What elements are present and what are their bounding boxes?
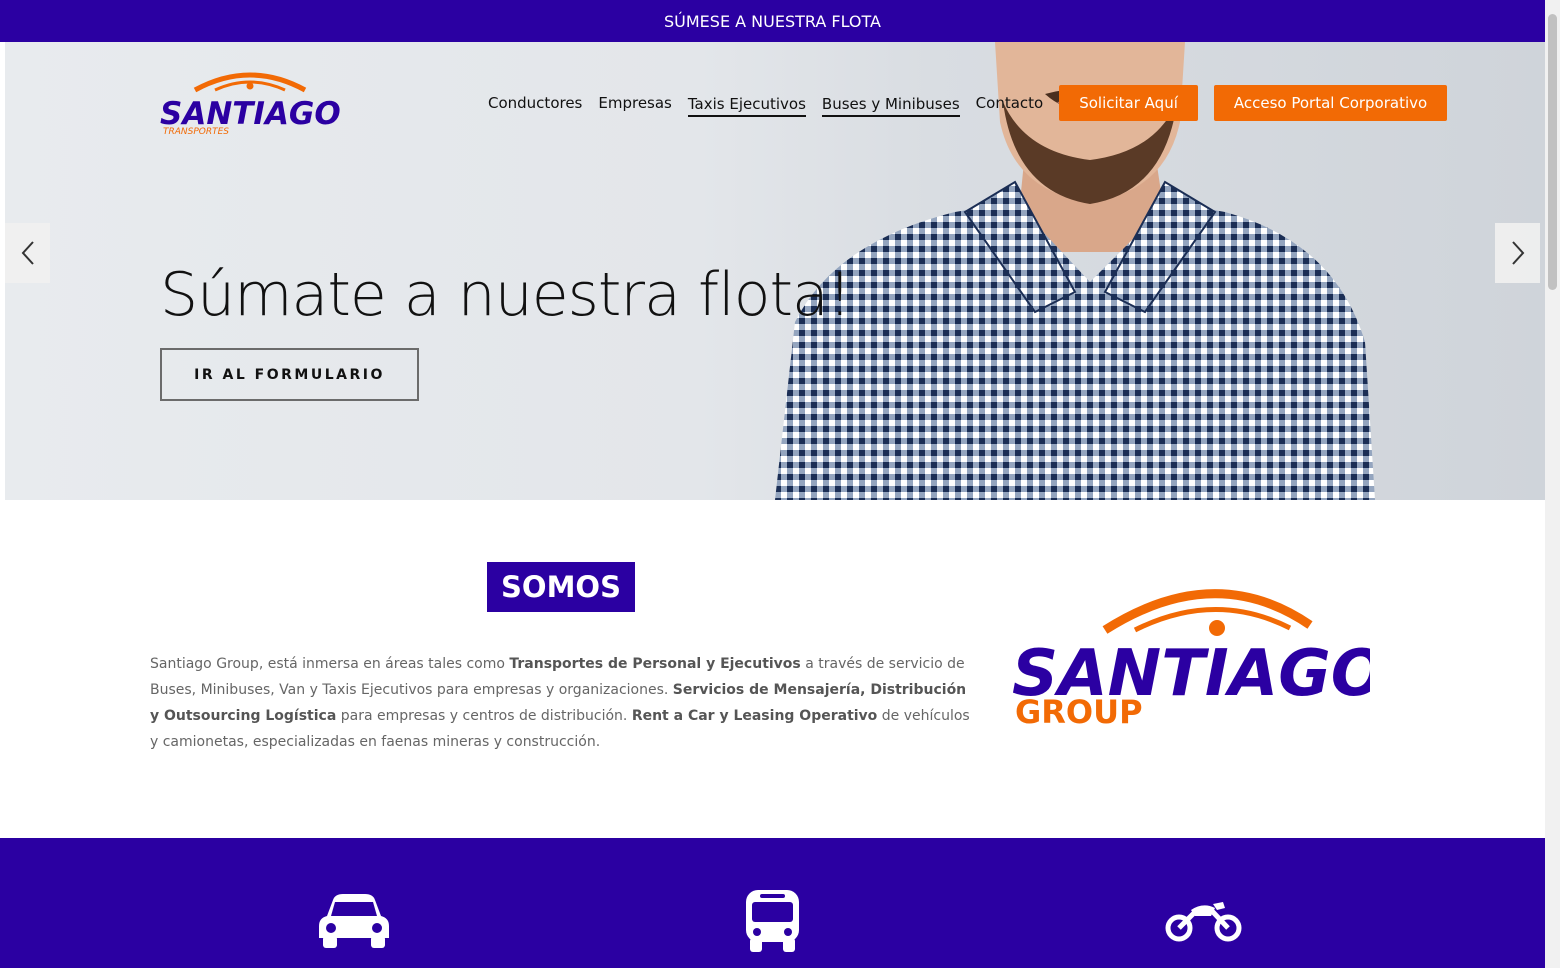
nav-empresas[interactable]: Empresas	[598, 88, 672, 118]
nav-conductores[interactable]: Conductores	[488, 88, 582, 118]
ir-al-formulario-button[interactable]: IR AL FORMULARIO	[160, 348, 419, 401]
hero-title: Súmate a nuestra flota!	[160, 260, 852, 330]
chevron-right-icon	[1511, 241, 1524, 265]
slider-next-button[interactable]	[1495, 223, 1540, 283]
page-scrollbar[interactable]	[1545, 0, 1560, 968]
santiago-transportes-logo[interactable]: SANTIAGO TRANSPORTES	[155, 68, 340, 138]
nav-contacto[interactable]: Contacto	[976, 88, 1044, 118]
services-section	[0, 838, 1545, 968]
join-fleet-link[interactable]: SÚMESE A NUESTRA FLOTA	[664, 12, 881, 31]
chevron-left-icon	[21, 241, 34, 265]
portal-corporativo-button[interactable]: Acceso Portal Corporativo	[1213, 85, 1448, 121]
nav-buses-minibuses[interactable]: Buses y Minibuses	[821, 89, 960, 117]
slider-prev-button[interactable]	[5, 223, 50, 283]
svg-text:GROUP: GROUP	[1015, 693, 1143, 730]
top-announcement-bar: SÚMESE A NUESTRA FLOTA	[0, 0, 1545, 42]
bus-icon	[746, 890, 799, 952]
svg-text:TRANSPORTES: TRANSPORTES	[163, 127, 229, 137]
somos-heading: SOMOS	[487, 562, 635, 612]
motorcycle-icon	[1165, 902, 1242, 942]
santiago-group-logo: SANTIAGO GROUP	[1012, 589, 1370, 730]
nav-taxis-ejecutivos[interactable]: Taxis Ejecutivos	[687, 89, 806, 117]
somos-description: Santiago Group, está inmersa en áreas ta…	[150, 656, 970, 750]
scrollbar-thumb[interactable]	[1548, 14, 1557, 290]
main-navigation: Conductores Empresas Taxis Ejecutivos Bu…	[488, 85, 1448, 121]
solicitar-aqui-button[interactable]: Solicitar Aquí	[1059, 85, 1198, 121]
car-icon	[319, 894, 389, 948]
hero-slider: SANTIAGO TRANSPORTES Conductores Empresa…	[5, 42, 1545, 500]
